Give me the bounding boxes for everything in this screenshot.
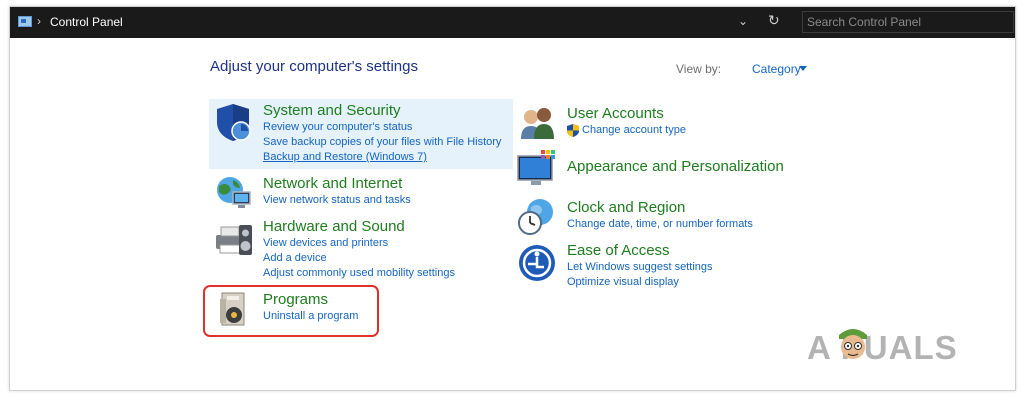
shield-icon — [217, 104, 251, 141]
chevron-down-icon[interactable]: ⌄ — [738, 14, 748, 28]
category-hardware-sound: Hardware and Sound View devices and prin… — [263, 218, 455, 281]
category-link[interactable]: View network status and tasks — [263, 193, 411, 208]
ease-of-access-icon — [519, 245, 555, 281]
category-clock-region: Clock and Region Change date, time, or n… — [567, 199, 753, 232]
search-box[interactable] — [802, 11, 1014, 33]
address-bar: › Control Panel ⌄ ↻ — [10, 7, 1015, 38]
category-link[interactable]: View devices and printers — [263, 236, 455, 251]
category-user-accounts: User Accounts Change account type — [567, 105, 686, 138]
category-title[interactable]: Appearance and Personalization — [567, 158, 784, 176]
page-title: Adjust your computer's settings — [210, 58, 418, 75]
control-panel-window: › Control Panel ⌄ ↻ Adjust your computer… — [9, 6, 1016, 391]
category-network-internet: Network and Internet View network status… — [263, 175, 411, 208]
category-link[interactable]: Backup and Restore (Windows 7) — [263, 150, 501, 165]
user-accounts-icon — [521, 108, 554, 139]
search-input[interactable] — [803, 12, 1013, 32]
breadcrumb-control-panel[interactable]: Control Panel — [50, 15, 123, 29]
category-title[interactable]: Network and Internet — [263, 175, 411, 193]
category-link[interactable]: Change date, time, or number formats — [567, 217, 753, 232]
view-by-dropdown[interactable]: Category — [752, 62, 801, 76]
category-title[interactable]: Clock and Region — [567, 199, 753, 217]
view-by-caret-icon[interactable] — [799, 66, 807, 71]
refresh-icon[interactable]: ↻ — [768, 12, 780, 29]
watermark-text: A PUALS — [807, 329, 958, 366]
category-title[interactable]: User Accounts — [567, 105, 686, 123]
control-panel-icon — [18, 16, 32, 27]
category-appearance: Appearance and Personalization — [567, 158, 784, 176]
category-link[interactable]: Review your computer's status — [263, 120, 501, 135]
category-link[interactable]: Add a device — [263, 251, 455, 266]
category-link[interactable]: Adjust commonly used mobility settings — [263, 266, 455, 281]
category-link[interactable]: Let Windows suggest settings — [567, 260, 713, 275]
watermark-mascot-icon — [839, 329, 867, 359]
network-globe-icon — [217, 177, 251, 208]
printer-speaker-icon — [216, 225, 252, 255]
clock-globe-icon — [518, 199, 553, 235]
category-title[interactable]: Hardware and Sound — [263, 218, 455, 236]
category-link[interactable]: Optimize visual display — [567, 275, 713, 290]
uac-shield-icon — [567, 124, 579, 137]
monitor-palette-icon — [517, 150, 555, 185]
category-link[interactable]: Change account type — [567, 123, 686, 138]
category-system-security: System and Security Review your computer… — [263, 102, 501, 165]
category-title[interactable]: System and Security — [263, 102, 501, 120]
category-link[interactable]: Save backup copies of your files with Fi… — [263, 135, 501, 150]
view-by-label: View by: — [676, 62, 722, 76]
breadcrumb-separator[interactable]: › — [37, 14, 41, 28]
category-ease-of-access: Ease of Access Let Windows suggest setti… — [567, 242, 713, 290]
category-link-text[interactable]: Change account type — [582, 124, 686, 136]
category-title[interactable]: Ease of Access — [567, 242, 713, 260]
annotation-highlight-box — [203, 285, 379, 337]
